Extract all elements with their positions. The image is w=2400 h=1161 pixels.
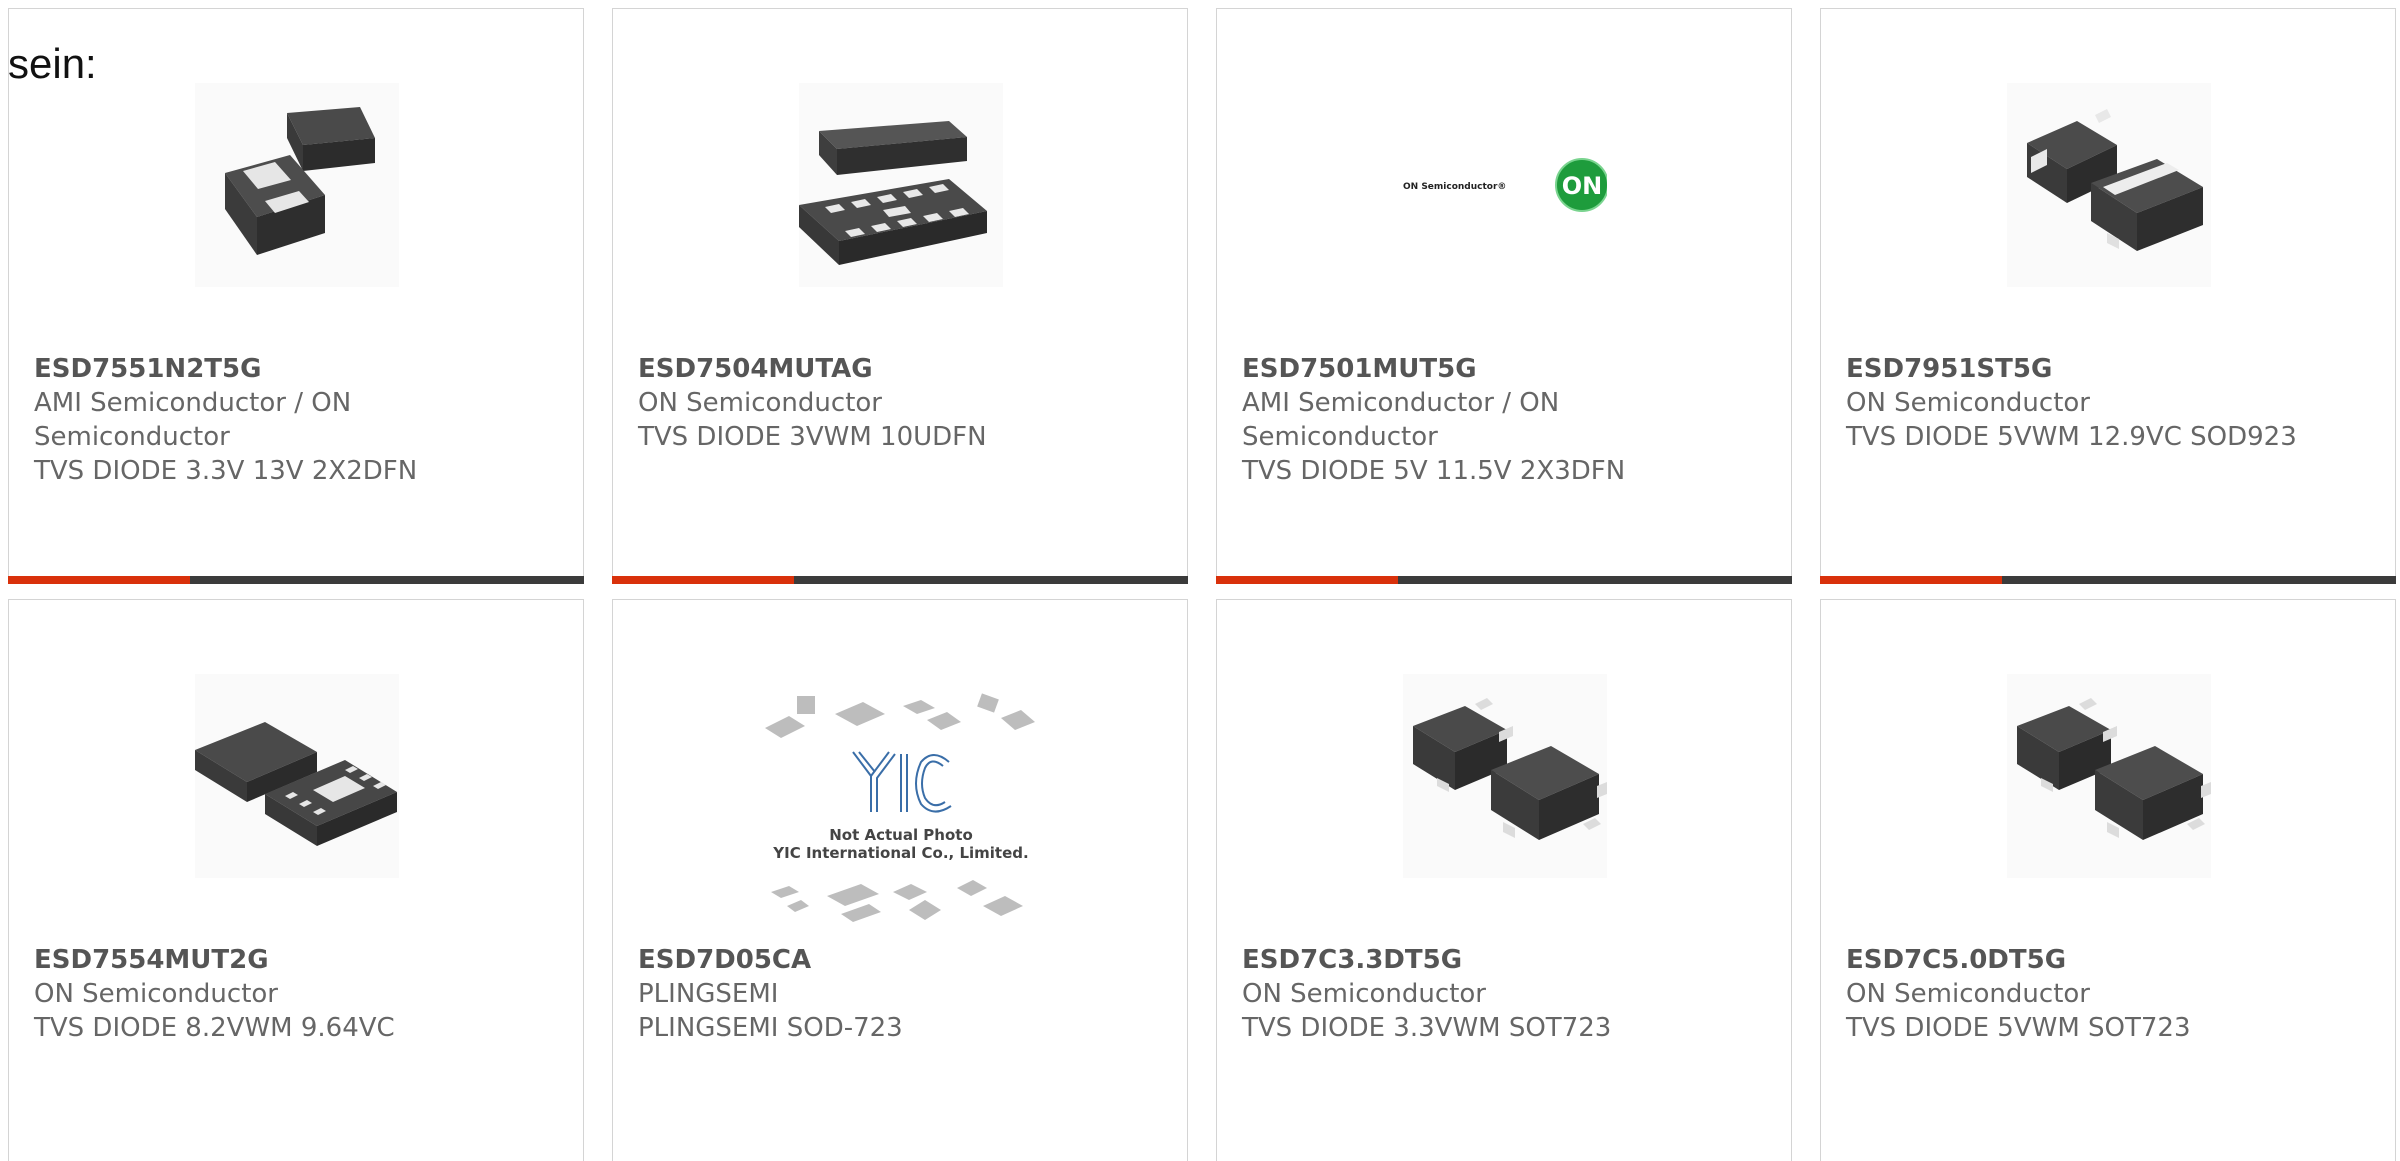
manufacturer: ON Semiconductor	[638, 388, 882, 418]
on-semiconductor-logo[interactable]: ON Semiconductor® ON	[1403, 83, 1607, 287]
product-card[interactable]: ESD7951ST5G ON Semiconductor TVS DIODE 5…	[1820, 8, 2396, 584]
part-number[interactable]: ESD7501MUT5G	[1242, 352, 1762, 386]
product-card[interactable]: ESD7554MUT2G ON Semiconductor TVS DIODE …	[8, 599, 584, 1161]
product-card[interactable]: ESD7C5.0DT5G ON Semiconductor TVS DIODE …	[1820, 599, 2396, 1161]
card-accent-bar	[1216, 576, 1398, 584]
description: TVS DIODE 3.3V 13V 2X2DFN	[34, 456, 418, 486]
manufacturer: AMI Semiconductor / ON Semiconductor	[1242, 388, 1560, 452]
dfn-2-chip-icon[interactable]	[195, 83, 399, 287]
card-bottom-bar	[8, 576, 584, 584]
part-number[interactable]: ESD7C5.0DT5G	[1846, 943, 2366, 977]
sot723-chip-icon[interactable]	[2007, 674, 2211, 878]
not-actual-photo-placeholder[interactable]: Not Actual Photo YIC International Co., …	[761, 692, 1041, 932]
card-accent-bar	[612, 576, 794, 584]
card-accent-bar	[8, 576, 190, 584]
description: TVS DIODE 8.2VWM 9.64VC	[34, 1013, 395, 1043]
placeholder-line-2: YIC International Co., Limited.	[772, 844, 1028, 862]
part-number[interactable]: ESD7D05CA	[638, 943, 1158, 977]
sod923-chip-icon[interactable]	[2007, 83, 2211, 287]
logo-wordmark: ON Semiconductor®	[1403, 182, 1506, 192]
description: TVS DIODE 5VWM SOT723	[1846, 1013, 2191, 1043]
part-number[interactable]: ESD7551N2T5G	[34, 352, 554, 386]
manufacturer: PLINGSEMI	[638, 979, 779, 1009]
dfn-6-chip-icon[interactable]	[195, 674, 399, 878]
part-number[interactable]: ESD7554MUT2G	[34, 943, 554, 977]
description: PLINGSEMI SOD-723	[638, 1013, 903, 1043]
product-card[interactable]: ON Semiconductor® ON ESD7501MUT5G AMI Se…	[1216, 8, 1792, 584]
description: TVS DIODE 3.3VWM SOT723	[1242, 1013, 1612, 1043]
part-number[interactable]: ESD7504MUTAG	[638, 352, 1158, 386]
product-card[interactable]: ESD7551N2T5G AMI Semiconductor / ON Semi…	[8, 8, 584, 584]
product-grid-page: sein: ESD7551N2T5G AMI Semiconductor / O…	[0, 0, 2400, 1161]
manufacturer: ON Semiconductor	[1846, 388, 2090, 418]
manufacturer: AMI Semiconductor / ON Semiconductor	[34, 388, 352, 452]
logo-badge: ON	[1562, 172, 1603, 200]
description: TVS DIODE 5VWM 12.9VC SOD923	[1846, 422, 2297, 452]
card-bottom-bar	[612, 576, 1188, 584]
card-bottom-bar	[1216, 576, 1792, 584]
placeholder-line-1: Not Actual Photo	[829, 826, 973, 844]
description: TVS DIODE 5V 11.5V 2X3DFN	[1242, 456, 1626, 486]
part-number[interactable]: ESD7C3.3DT5G	[1242, 943, 1762, 977]
card-accent-bar	[1820, 576, 2002, 584]
sot723-chip-icon[interactable]	[1403, 674, 1607, 878]
description: TVS DIODE 3VWM 10UDFN	[638, 422, 987, 452]
udfn-10-chip-icon[interactable]	[799, 83, 1003, 287]
intro-text: sein:	[8, 40, 97, 87]
part-number[interactable]: ESD7951ST5G	[1846, 352, 2366, 386]
card-bottom-bar	[1820, 576, 2396, 584]
manufacturer: ON Semiconductor	[1242, 979, 1486, 1009]
product-card[interactable]: ESD7C3.3DT5G ON Semiconductor TVS DIODE …	[1216, 599, 1792, 1161]
product-card[interactable]: Not Actual Photo YIC International Co., …	[612, 599, 1188, 1161]
manufacturer: ON Semiconductor	[1846, 979, 2090, 1009]
manufacturer: ON Semiconductor	[34, 979, 278, 1009]
product-card[interactable]: ESD7504MUTAG ON Semiconductor TVS DIODE …	[612, 8, 1188, 584]
